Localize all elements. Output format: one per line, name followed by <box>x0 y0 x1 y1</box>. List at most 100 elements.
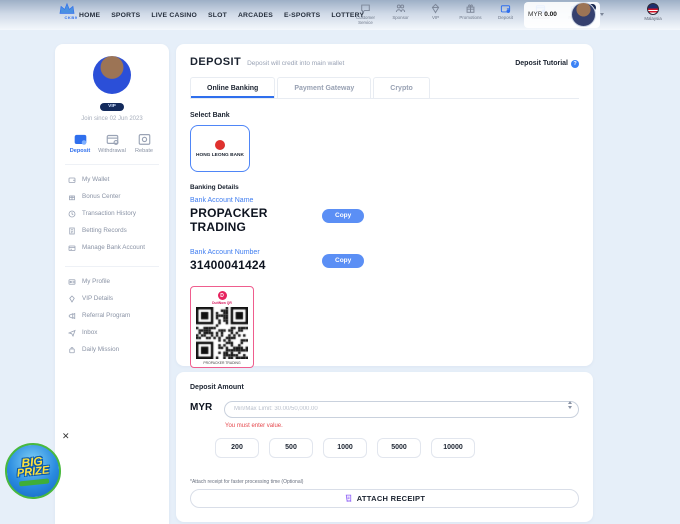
account-number-label: Bank Account Number <box>190 249 322 256</box>
step-down-icon <box>568 406 572 409</box>
sidebar-menu-group-2: My Profile VIP Details Referral Program … <box>55 273 169 358</box>
deposit-tabs: Online Banking Payment Gateway Crypto <box>190 77 579 99</box>
nav-esports[interactable]: E-SPORTS <box>284 12 320 19</box>
amount-stepper[interactable] <box>568 401 572 409</box>
document-icon <box>68 227 76 235</box>
user-avatar[interactable] <box>571 2 596 27</box>
wallet-icon <box>500 3 511 14</box>
sidebar-item-my-wallet[interactable]: My Wallet <box>55 171 169 188</box>
sidebar-action-deposit[interactable]: Deposit <box>64 132 96 154</box>
quick-amount-10000[interactable]: 10000 <box>431 438 475 458</box>
profile-avatar[interactable] <box>93 56 131 94</box>
language-selector[interactable]: Malaysia <box>638 3 668 21</box>
diamond-icon <box>430 3 441 14</box>
attach-receipt-note: *Attach receipt for faster processing ti… <box>190 479 579 485</box>
sidebar-item-transaction-history[interactable]: Transaction History <box>55 205 169 222</box>
nav-arcades[interactable]: ARCADES <box>238 12 273 19</box>
tab-online-banking[interactable]: Online Banking <box>190 77 275 98</box>
promo-ribbon <box>19 479 49 487</box>
banking-details-label: Banking Details <box>190 184 579 191</box>
account-number-value: 31400041424 <box>190 258 322 272</box>
card-edit-icon <box>68 244 76 252</box>
malaysia-flag-icon <box>647 3 659 15</box>
step-up-icon <box>568 401 572 404</box>
rebate-icon <box>137 132 152 146</box>
account-name-row: Bank Account Name PROPACKER TRADING Copy <box>190 197 579 234</box>
bank-logo-icon <box>215 140 225 150</box>
sidebar-item-manage-bank-account[interactable]: Manage Bank Account <box>55 239 169 256</box>
sidebar-item-betting-records[interactable]: Betting Records <box>55 222 169 239</box>
quick-amounts: 200 500 1000 5000 10000 <box>215 438 579 458</box>
id-card-icon <box>68 278 76 286</box>
paper-plane-icon <box>68 329 76 337</box>
page-subtitle: Deposit will credit into main wallet <box>247 60 344 67</box>
bank-option-hong-leong[interactable]: HONG LEONG BANK <box>190 125 250 172</box>
deposit-amount-card: Deposit Amount MYR You must enter value.… <box>176 372 593 522</box>
qr-code <box>196 307 248 359</box>
main-nav: HOME SPORTS LIVE CASINO SLOT ARCADES E-S… <box>79 0 364 30</box>
account-name-label: Bank Account Name <box>190 197 322 204</box>
page-title: DEPOSIT <box>190 56 241 68</box>
sidebar-action-rebate[interactable]: Rebate <box>128 132 160 154</box>
account-number-row: Bank Account Number 31400041424 Copy <box>190 249 579 272</box>
sidebar-menu-group-1: My Wallet Bonus Center Transaction Histo… <box>55 171 169 256</box>
profile-sidebar: VIP Join since 02 Jun 2023 Deposit Withd… <box>55 44 169 524</box>
account-name-value: PROPACKER TRADING <box>190 206 322 234</box>
sidebar-item-inbox[interactable]: Inbox <box>55 324 169 341</box>
duitnow-brand-text: DuitNow QR <box>212 301 232 305</box>
quick-amount-1000[interactable]: 1000 <box>323 438 367 458</box>
megaphone-icon <box>68 312 76 320</box>
nav-home[interactable]: HOME <box>79 12 100 19</box>
sidebar-item-daily-mission[interactable]: Daily Mission <box>55 341 169 358</box>
duitnow-logo-icon: D <box>218 291 227 300</box>
copy-account-name-button[interactable]: Copy <box>322 209 364 223</box>
bank-card-icon <box>105 132 120 146</box>
bank-name: HONG LEONG BANK <box>196 153 244 158</box>
join-date: Join since 02 Jun 2023 <box>55 116 169 122</box>
info-icon: ? <box>571 60 579 68</box>
quick-amount-200[interactable]: 200 <box>215 438 259 458</box>
gift-icon <box>465 3 476 14</box>
tab-crypto[interactable]: Crypto <box>373 77 430 98</box>
sidebar-item-vip-details[interactable]: VIP Details <box>55 290 169 307</box>
deposit-button[interactable]: Deposit <box>492 3 519 25</box>
deposit-amount-label: Deposit Amount <box>190 384 579 391</box>
deposit-amount-input[interactable] <box>224 401 579 418</box>
attach-receipt-button[interactable]: ATTACH RECEIPT <box>190 489 579 508</box>
vip-button[interactable]: VIP <box>422 3 449 25</box>
sidebar-action-withdrawal[interactable]: Withdrawal <box>96 132 128 154</box>
nav-slot[interactable]: SLOT <box>208 12 227 19</box>
top-navbar: CKB9 HOME SPORTS LIVE CASINO SLOT ARCADE… <box>0 0 680 30</box>
nav-sports[interactable]: SPORTS <box>111 12 140 19</box>
deposit-tutorial-link[interactable]: Deposit Tutorial ? <box>515 60 579 68</box>
promo-close-button[interactable]: ✕ <box>62 431 70 442</box>
tab-payment-gateway[interactable]: Payment Gateway <box>277 77 371 98</box>
copy-account-number-button[interactable]: Copy <box>322 254 364 268</box>
receipt-icon <box>344 494 353 503</box>
currency-label: MYR <box>190 402 216 413</box>
divider <box>65 164 159 165</box>
mission-bag-icon <box>68 346 76 354</box>
duitnow-qr-card: D DuitNow QR PROPACKER TRADING <box>190 286 254 368</box>
qr-caption: PROPACKER TRADING <box>203 361 240 365</box>
diamond-icon <box>68 295 76 303</box>
sidebar-item-bonus-center[interactable]: Bonus Center <box>55 188 169 205</box>
history-icon <box>68 210 76 218</box>
sidebar-item-my-profile[interactable]: My Profile <box>55 273 169 290</box>
vip-badge-profile: VIP <box>100 103 124 111</box>
deposit-card: DEPOSIT Deposit will credit into main wa… <box>176 44 593 366</box>
amount-error-message: You must enter value. <box>225 423 579 429</box>
wallet-icon <box>68 176 76 184</box>
nav-live-casino[interactable]: LIVE CASINO <box>151 12 197 19</box>
sidebar-item-referral-program[interactable]: Referral Program <box>55 307 169 324</box>
chat-icon <box>360 3 371 14</box>
promotions-button[interactable]: Promotions <box>457 3 484 25</box>
sponsor-button[interactable]: Sponsor <box>387 3 414 25</box>
avatar-dropdown-caret-icon[interactable] <box>600 13 604 16</box>
wallet-icon <box>73 132 88 146</box>
quick-amount-5000[interactable]: 5000 <box>377 438 421 458</box>
quick-amount-500[interactable]: 500 <box>269 438 313 458</box>
customer-service-button[interactable]: Customer Service <box>352 3 379 25</box>
select-bank-label: Select Bank <box>190 112 579 119</box>
divider <box>65 266 159 267</box>
